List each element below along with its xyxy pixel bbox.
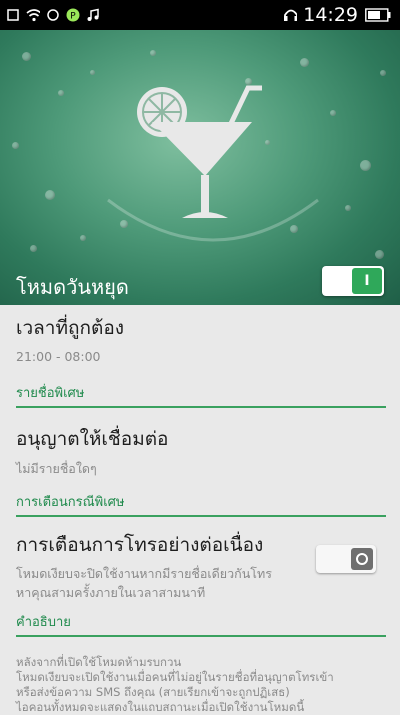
allow-connect-setting[interactable]: อนุญาตให้เชื่อมต่อ ไม่มีรายชื่อใดๆ [16, 424, 386, 479]
holiday-mode-title: โหมดวันหยุด [16, 275, 129, 299]
status-icons-right: 14:29 [283, 4, 400, 26]
notification-icon [6, 8, 20, 22]
cocktail-icon [137, 85, 262, 218]
section-description: คำอธิบาย [16, 611, 386, 637]
toggle-off-knob [351, 548, 373, 570]
holiday-mode-toggle[interactable]: I [322, 266, 384, 296]
svg-text:P: P [70, 12, 76, 22]
time-range-title: เวลาที่ถูกต้อง [16, 317, 125, 339]
time-range-value: 21:00 - 08:00 [16, 349, 101, 364]
description-text: หลังจากที่เปิดใช้โหมดห้ามรบกวน โหมดเงียบ… [16, 655, 391, 715]
app-badge-icon: P [66, 8, 80, 22]
music-note-icon [86, 8, 100, 22]
sync-icon [46, 8, 60, 22]
section-special-list: รายชื่อพิเศษ [16, 382, 386, 408]
allow-connect-value: ไม่มีรายชื่อใดๆ [16, 461, 97, 476]
holiday-mode-banner: โหมดวันหยุด I [0, 30, 400, 305]
repeat-call-desc-line1: โหมดเงียบจะปิดใช้งานหากมีรายชื่อเดียวกัน… [16, 566, 272, 581]
battery-icon [364, 8, 392, 22]
toggle-on-knob: I [352, 268, 382, 294]
description-line4: ไอคอนทั้งหมดจะแสดงในแถบสถานะเมื่อเปิดใช้… [16, 700, 305, 714]
description-line2: โหมดเงียบจะเปิดใช้งานเมื่อคนที่ไม่อยู่ใน… [16, 670, 334, 684]
repeat-call-desc-line2: หาคุณสามครั้งภายในเวลาสามนาที [16, 585, 206, 600]
repeat-call-setting[interactable]: การเตือนการโทรอย่างต่อเนื่อง โหมดเงียบจะ… [16, 530, 311, 602]
repeat-call-title: การเตือนการโทรอย่างต่อเนื่อง [16, 534, 264, 556]
section-special-alert: การเตือนกรณีพิเศษ [16, 491, 386, 517]
allow-connect-title: อนุญาตให้เชื่อมต่อ [16, 428, 169, 450]
description-line3: หรือส่งข้อความ SMS ถึงคุณ (สายเรียกเข้าจ… [16, 685, 290, 699]
status-time: 14:29 [303, 4, 358, 26]
repeat-call-toggle[interactable] [316, 545, 376, 573]
headphones-icon [283, 8, 298, 22]
status-bar: P 14:29 [0, 0, 400, 30]
description-line1: หลังจากที่เปิดใช้โหมดห้ามรบกวน [16, 655, 182, 669]
repeat-call-desc: โหมดเงียบจะปิดใช้งานหากมีรายชื่อเดียวกัน… [16, 564, 311, 602]
status-icons-left: P [0, 8, 100, 22]
time-range-setting[interactable]: เวลาที่ถูกต้อง 21:00 - 08:00 [16, 313, 386, 364]
wifi-icon [26, 8, 40, 22]
